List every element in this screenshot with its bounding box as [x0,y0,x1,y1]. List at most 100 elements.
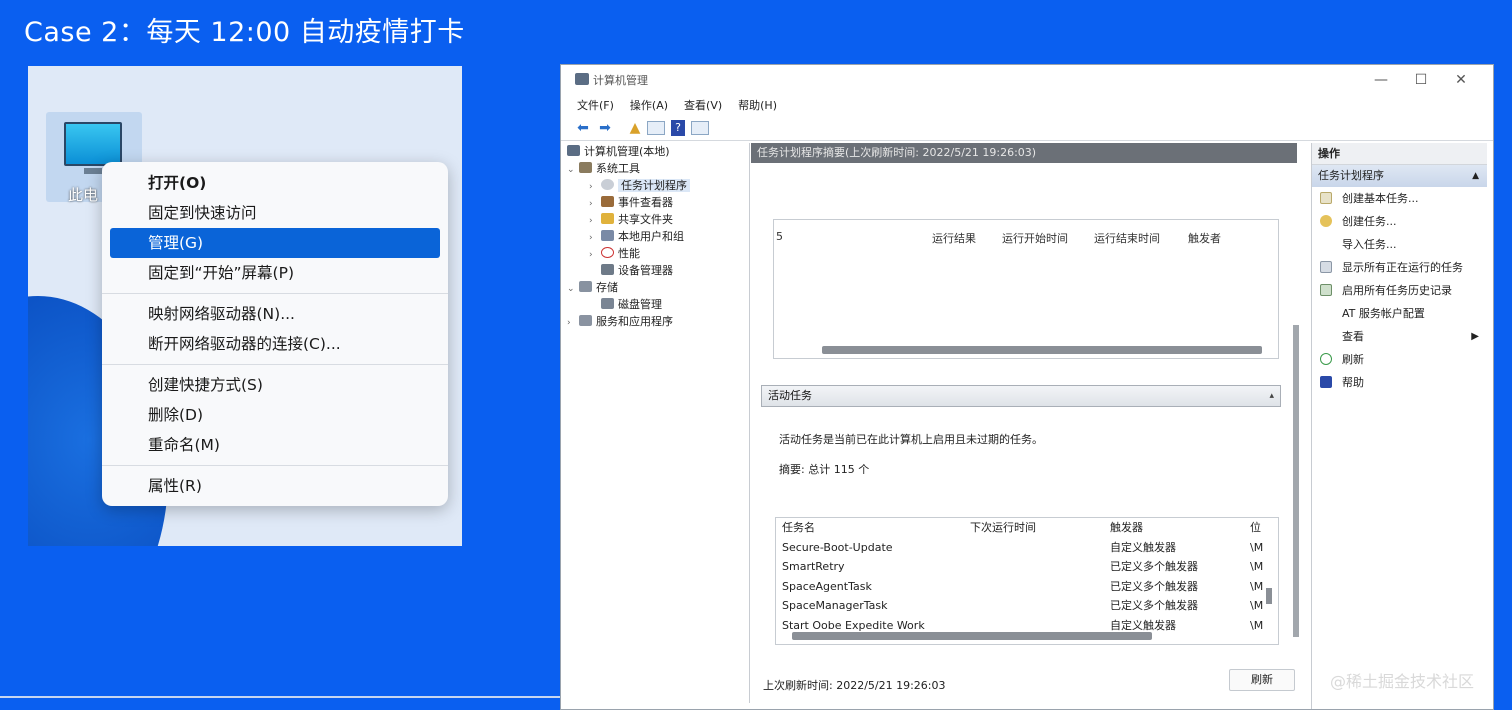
action-import-task[interactable]: 导入任务... [1312,233,1487,256]
chevron-up-icon[interactable]: ▲ [1472,165,1479,187]
computer-icon [567,145,580,156]
horizontal-scrollbar[interactable] [792,632,1152,640]
tree-item-storage[interactable]: ⌄ 存储 [567,279,747,296]
menu-view[interactable]: 查看(V) [684,97,722,113]
col-triggered-by[interactable]: 触发者 [1188,230,1221,246]
menu-file[interactable]: 文件(F) [577,97,614,113]
action-at-service-account[interactable]: AT 服务帐户配置 [1312,302,1487,325]
menu-bar: 文件(F) 操作(A) 查看(V) 帮助(H) [561,95,1493,115]
tree-item-shared-folders[interactable]: › 共享文件夹 [567,211,747,228]
ctx-map-drive[interactable]: 映射网络驱动器(N)... [102,299,448,329]
ctx-separator [102,364,448,365]
show-hide-tree-icon[interactable] [647,120,665,135]
computer-management-window: 计算机管理 — ☐ ✕ 文件(F) 操作(A) 查看(V) 帮助(H) ⬅ ➡ … [560,64,1494,710]
menu-help[interactable]: 帮助(H) [738,97,777,113]
action-enable-history[interactable]: 启用所有任务历史记录 [1312,279,1487,302]
create-task-icon [1320,215,1332,227]
col-run-start-time[interactable]: 运行开始时间 [1002,230,1068,246]
menu-action[interactable]: 操作(A) [630,97,668,113]
maximize-button[interactable]: ☐ [1401,68,1441,92]
window-titlebar[interactable]: 计算机管理 — ☐ ✕ [561,65,1493,95]
tree-item-services-apps[interactable]: › 服务和应用程序 [567,313,747,330]
active-tasks-title: 活动任务 [768,389,812,402]
chevron-up-icon[interactable]: ▴ [1269,386,1274,406]
action-view[interactable]: 查看 ▶ [1312,325,1487,348]
ctx-manage[interactable]: 管理(G) [110,228,440,258]
monitor-stand [84,168,102,174]
ctx-properties[interactable]: 属性(R) [102,471,448,501]
task-trigger: 已定义多个触发器 [1110,599,1198,612]
chevron-right-icon: ▶ [1471,331,1479,342]
tree-item-task-scheduler[interactable]: › 任务计划程序 [567,177,747,194]
task-trigger: 已定义多个触发器 [1110,579,1198,593]
action-create-basic-task[interactable]: 创建基本任务... [1312,187,1487,210]
ctx-delete[interactable]: 删除(D) [102,400,448,430]
show-hide-action-pane-icon[interactable] [691,120,709,135]
col-trigger[interactable]: 触发器 [1110,518,1143,538]
device-manager-icon [601,264,614,275]
active-tasks-table: 任务名 下次运行时间 触发器 位 Secure-Boot-Update 自定义触… [775,517,1279,645]
minimize-button[interactable]: — [1361,68,1401,92]
active-tasks-description: 活动任务是当前已在此计算机上启用且未过期的任务。 [779,433,1043,446]
action-label: 创建任务... [1342,215,1397,228]
ctx-pin-start[interactable]: 固定到“开始”屏幕(P) [102,258,448,288]
ctx-pin-quick-access[interactable]: 固定到快速访问 [102,198,448,228]
col-task-name[interactable]: 任务名 [782,518,815,538]
task-location: \M [1250,540,1264,554]
table-row[interactable]: Secure-Boot-Update 自定义触发器 \M [776,538,1278,558]
table-row[interactable]: SmartRetry 已定义多个触发器 \M [776,557,1278,577]
tree-item-device-manager[interactable]: 设备管理器 [567,262,747,279]
task-name: SmartRetry [782,560,845,573]
tree-item-system-tools[interactable]: ⌄ 系统工具 [567,160,747,177]
col-next-run-time[interactable]: 下次运行时间 [970,518,1036,538]
actions-subheader[interactable]: 任务计划程序 ▲ [1312,165,1487,187]
actions-header: 操作 [1312,143,1487,165]
tree-item-disk-management[interactable]: 磁盘管理 [567,296,747,313]
ctx-open[interactable]: 打开(O) [102,168,448,198]
close-button[interactable]: ✕ [1441,68,1481,92]
event-viewer-icon [601,196,614,207]
vertical-scrollbar[interactable] [1266,588,1272,604]
center-vertical-scrollbar[interactable] [1293,325,1299,637]
tree-item-local-users[interactable]: › 本地用户和组 [567,228,747,245]
center-footer: 上次刷新时间: 2022/5/21 19:26:03 刷新 [751,663,1297,707]
col-run-result[interactable]: 运行结果 [932,230,976,246]
col-location[interactable]: 位 [1250,518,1261,538]
table-row[interactable]: SpaceAgentTask 已定义多个触发器 \M [776,577,1278,597]
tree-item-performance[interactable]: › 性能 [567,245,747,262]
running-tasks-icon [1320,261,1332,273]
task-location: \M [1250,618,1264,632]
task-location: \M [1250,560,1264,573]
chevron-right-icon[interactable]: › [567,315,579,332]
tree-item-event-viewer[interactable]: › 事件查看器 [567,194,747,211]
action-refresh[interactable]: 刷新 [1312,348,1487,371]
ctx-separator [102,293,448,294]
tree-item-computer-management[interactable]: 计算机管理(本地) [567,143,747,160]
ctx-create-shortcut[interactable]: 创建快捷方式(S) [102,370,448,400]
last-refresh-time: 上次刷新时间: 2022/5/21 19:26:03 [763,679,946,692]
ctx-rename[interactable]: 重命名(M) [102,430,448,460]
action-label: 创建基本任务... [1342,192,1419,205]
pane-divider[interactable] [749,143,750,703]
slide-title: Case 2：每天 12:00 自动疫情打卡 [24,17,465,48]
refresh-button[interactable]: 刷新 [1229,669,1295,691]
active-tasks-section[interactable]: 活动任务 ▴ [761,385,1281,407]
action-create-task[interactable]: 创建任务... [1312,210,1487,233]
action-show-running-tasks[interactable]: 显示所有正在运行的任务 [1312,256,1487,279]
task-trigger: 自定义触发器 [1110,540,1176,554]
up-folder-icon[interactable]: ▲ [625,119,645,137]
action-label: 显示所有正在运行的任务 [1342,261,1463,274]
navigation-tree: 计算机管理(本地) ⌄ 系统工具 › 任务计划程序 › 事件查看器 › 共享文件夹 › 本… [567,143,747,703]
action-help[interactable]: 帮助 [1312,371,1487,394]
table-row[interactable]: SpaceManagerTask 已定义多个触发器 \M [776,596,1278,616]
ctx-disconnect-drive[interactable]: 断开网络驱动器的连接(C)... [102,329,448,359]
toolbar: ⬅ ➡ ▲ ? [561,115,1493,141]
computer-management-icon [575,73,589,85]
actions-subheader-label: 任务计划程序 [1318,169,1384,182]
horizontal-scrollbar[interactable] [822,346,1262,354]
col-run-end-time[interactable]: 运行结束时间 [1094,230,1160,246]
help-icon[interactable]: ? [671,119,685,136]
forward-arrow-icon[interactable]: ➡ [595,119,615,137]
back-arrow-icon[interactable]: ⬅ [573,119,593,137]
center-pane: 任务计划程序摘要(上次刷新时间: 2022/5/21 19:26:03) 5 运… [751,143,1297,709]
